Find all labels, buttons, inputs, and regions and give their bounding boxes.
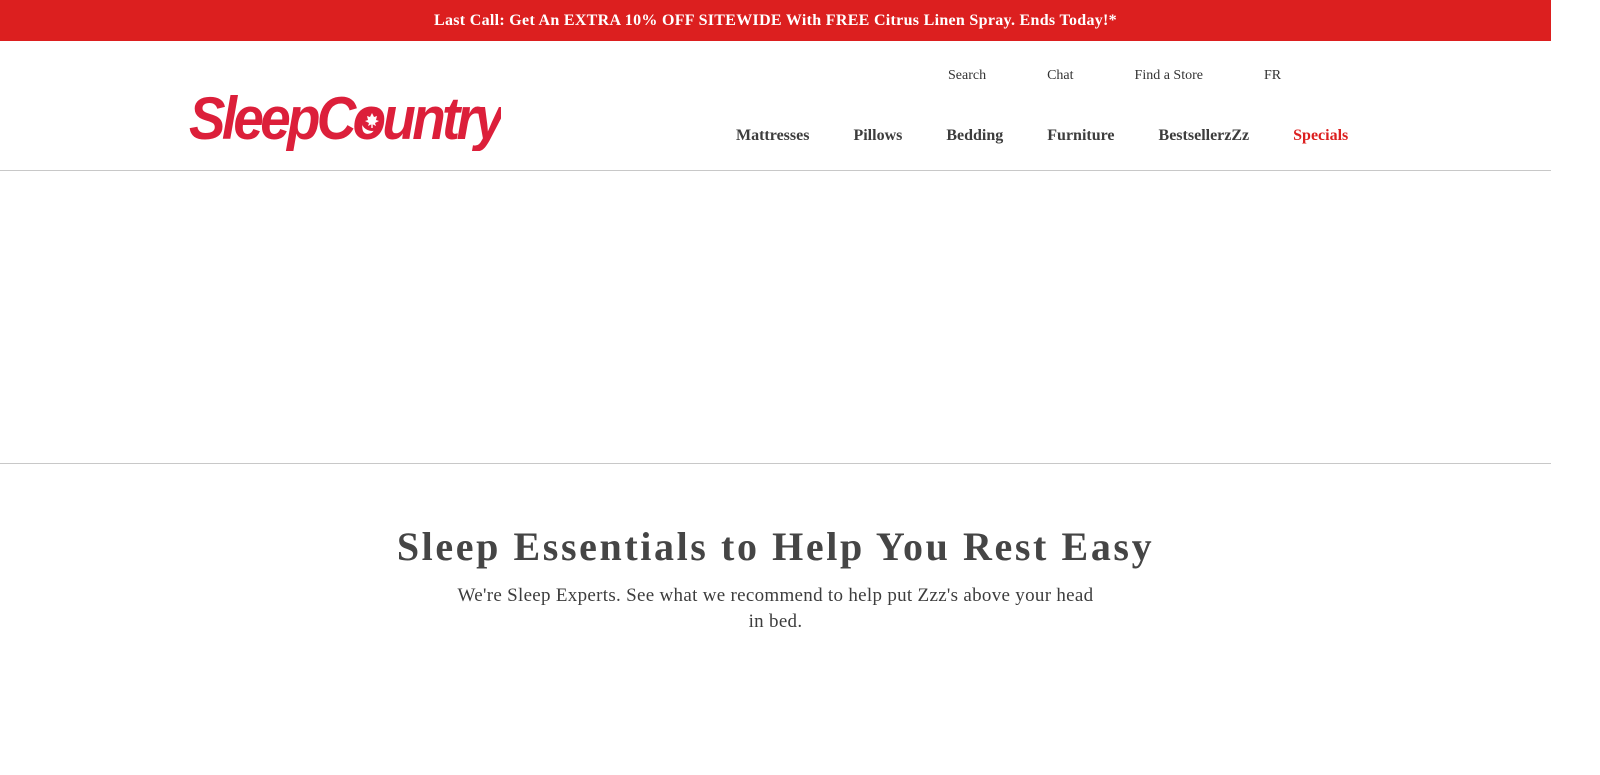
- page-heading: Sleep Essentials to Help You Rest Easy: [396, 524, 1155, 569]
- sleep-country-logo[interactable]: SleepCountry: [189, 87, 501, 151]
- search-link[interactable]: Search: [948, 68, 986, 84]
- promo-text[interactable]: Last Call: Get An EXTRA 10% OFF SITEWIDE…: [434, 12, 1117, 30]
- nav-item-specials[interactable]: Specials: [1293, 127, 1348, 145]
- site-header: SleepCountry Search Chat Find a Store FR…: [0, 41, 1551, 171]
- nav-item-furniture[interactable]: Furniture: [1047, 127, 1114, 145]
- promo-banner[interactable]: Last Call: Get An EXTRA 10% OFF SITEWIDE…: [0, 0, 1551, 41]
- intro-section: Sleep Essentials to Help You Rest Easy W…: [0, 465, 1551, 635]
- chat-link[interactable]: Chat: [1047, 68, 1073, 84]
- nav-item-pillows[interactable]: Pillows: [853, 127, 902, 145]
- maple-leaf-icon: [361, 109, 383, 131]
- find-a-store-link[interactable]: Find a Store: [1135, 68, 1203, 84]
- nav-item-bestsellerzzz[interactable]: BestsellerzZz: [1159, 127, 1250, 145]
- hero-banner-placeholder: [0, 171, 1551, 464]
- svg-text:SleepCountry: SleepCountry: [189, 87, 501, 151]
- page-subheading: We're Sleep Experts. See what we recomme…: [457, 585, 1094, 632]
- nav-item-mattresses[interactable]: Mattresses: [736, 127, 809, 145]
- utility-nav: Search Chat Find a Store FR: [920, 68, 1281, 84]
- nav-item-bedding[interactable]: Bedding: [946, 127, 1003, 145]
- language-toggle-fr[interactable]: FR: [1264, 68, 1281, 84]
- main-nav: Mattresses Pillows Bedding Furniture Bes…: [736, 127, 1348, 145]
